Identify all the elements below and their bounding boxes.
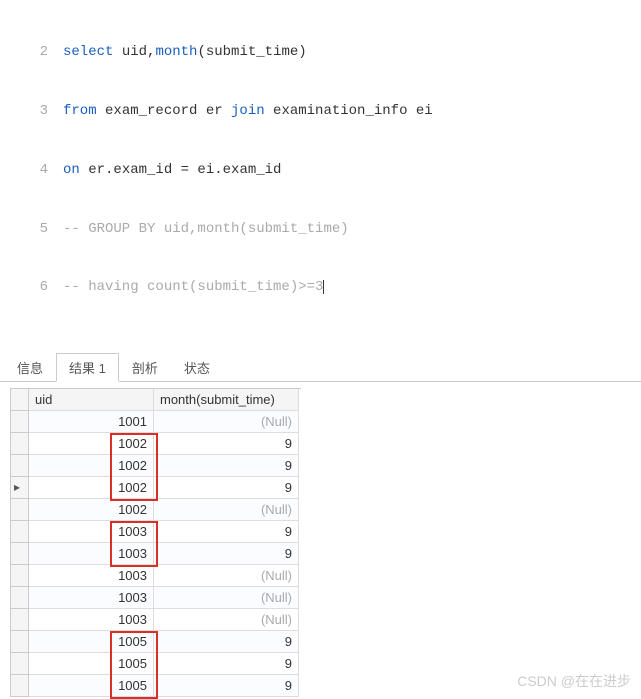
row-header[interactable]: [11, 587, 29, 609]
cell-month[interactable]: (Null): [154, 565, 299, 587]
row-header[interactable]: [11, 433, 29, 455]
cell-uid[interactable]: 1001: [29, 411, 154, 433]
cell-month[interactable]: 9: [154, 675, 299, 697]
code-line[interactable]: -- GROUP BY uid,month(submit_time): [63, 220, 641, 240]
cell-month[interactable]: 9: [154, 521, 299, 543]
row-header[interactable]: [11, 565, 29, 587]
cell-month[interactable]: 9: [154, 631, 299, 653]
table-row[interactable]: 10039: [11, 543, 301, 565]
cell-month[interactable]: 9: [154, 653, 299, 675]
row-header[interactable]: [11, 675, 29, 697]
table-row[interactable]: 10029: [11, 455, 301, 477]
line-number: 2: [0, 43, 63, 63]
cell-uid[interactable]: 1005: [29, 675, 154, 697]
table-row[interactable]: 1002(Null): [11, 499, 301, 521]
code-line[interactable]: on er.exam_id = ei.exam_id: [63, 161, 641, 181]
cell-uid[interactable]: 1002: [29, 499, 154, 521]
result-tabs: 信息 结果 1 剖析 状态: [0, 352, 641, 382]
cell-uid[interactable]: 1003: [29, 521, 154, 543]
table-row[interactable]: 1003(Null): [11, 609, 301, 631]
tab-status[interactable]: 状态: [171, 353, 223, 382]
table-row[interactable]: 1003(Null): [11, 565, 301, 587]
row-header[interactable]: [11, 477, 29, 499]
table-row[interactable]: 10059: [11, 631, 301, 653]
line-number: 5: [0, 220, 63, 240]
cell-uid[interactable]: 1002: [29, 455, 154, 477]
text-caret: [323, 280, 324, 294]
row-header[interactable]: [11, 521, 29, 543]
cell-uid[interactable]: 1002: [29, 433, 154, 455]
cell-uid[interactable]: 1005: [29, 653, 154, 675]
cell-month[interactable]: 9: [154, 543, 299, 565]
tab-info[interactable]: 信息: [4, 353, 56, 382]
code-line[interactable]: from exam_record er join examination_inf…: [63, 102, 641, 122]
row-header[interactable]: [11, 543, 29, 565]
sql-editor[interactable]: 2 select uid,month(submit_time) 3 from e…: [0, 0, 641, 318]
cell-month[interactable]: 9: [154, 433, 299, 455]
row-header[interactable]: [11, 411, 29, 433]
cell-uid[interactable]: 1003: [29, 587, 154, 609]
row-header[interactable]: [11, 455, 29, 477]
cell-month[interactable]: 9: [154, 455, 299, 477]
row-header[interactable]: [11, 653, 29, 675]
tab-result-1[interactable]: 结果 1: [56, 353, 119, 382]
cell-month[interactable]: (Null): [154, 499, 299, 521]
row-header[interactable]: [11, 631, 29, 653]
column-header-uid[interactable]: uid: [29, 389, 154, 411]
line-number: 3: [0, 102, 63, 122]
cell-uid[interactable]: 1003: [29, 565, 154, 587]
row-header-corner: [11, 389, 29, 411]
cell-uid[interactable]: 1003: [29, 609, 154, 631]
row-header[interactable]: [11, 609, 29, 631]
row-header[interactable]: [11, 499, 29, 521]
watermark: CSDN @在在进步: [517, 671, 631, 691]
code-line[interactable]: -- having count(submit_time)>=3: [63, 278, 641, 298]
table-row[interactable]: 10029: [11, 433, 301, 455]
column-header-month[interactable]: month(submit_time): [154, 389, 299, 411]
tab-profile[interactable]: 剖析: [119, 353, 171, 382]
cell-month[interactable]: (Null): [154, 609, 299, 631]
table-row[interactable]: 10059: [11, 653, 301, 675]
cell-month[interactable]: 9: [154, 477, 299, 499]
cell-uid[interactable]: 1002: [29, 477, 154, 499]
cell-month[interactable]: (Null): [154, 411, 299, 433]
table-row[interactable]: 1003(Null): [11, 587, 301, 609]
line-number: 6: [0, 278, 63, 298]
cell-uid[interactable]: 1003: [29, 543, 154, 565]
cell-month[interactable]: (Null): [154, 587, 299, 609]
line-number: 4: [0, 161, 63, 181]
code-line[interactable]: select uid,month(submit_time): [63, 43, 641, 63]
table-row[interactable]: 1001(Null): [11, 411, 301, 433]
cell-uid[interactable]: 1005: [29, 631, 154, 653]
table-row[interactable]: 10059: [11, 675, 301, 697]
table-row[interactable]: 10029: [11, 477, 301, 499]
results-grid[interactable]: uid month(submit_time) 1001(Null)1002910…: [10, 388, 301, 697]
table-row[interactable]: 10039: [11, 521, 301, 543]
